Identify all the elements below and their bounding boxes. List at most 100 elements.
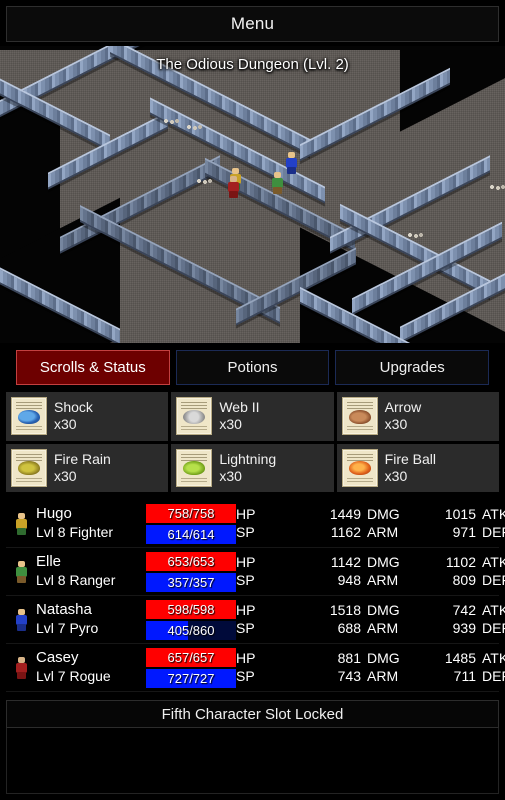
hp-value: 653/653 [167,553,215,569]
scroll-firerain-icon [11,448,47,487]
atk-value: 1485 [444,650,476,666]
character-row[interactable]: Natasha Lvl 7 Pyro 598/598 405/860 HP SP [6,596,505,644]
atk-value: 1102 [445,554,476,570]
hp-label: HP [236,650,256,666]
character-portrait-hugo [6,500,36,547]
scroll-name: Lightning [219,450,277,467]
scroll-item[interactable]: Fire Rain x30 [6,443,169,492]
dmg-label: DMG [367,554,400,570]
scroll-inventory: Shock x30 Web II x30 Arrow x30 Fire Rain… [6,392,499,492]
hp-bar: 598/598 [146,599,236,619]
sp-value: 405/860 [167,622,215,638]
scroll-shock-icon [11,397,47,436]
tab-label: Upgrades [379,359,445,376]
character-dmg-arm: 1518 DMG 688 ARM [298,596,413,643]
arm-label: ARM [367,667,399,684]
dmg-value: 1518 [329,602,361,618]
character-portrait-elle [6,548,36,595]
character-name: Hugo [36,505,72,523]
scroll-qty: x30 [219,416,242,433]
scroll-name: Shock [54,399,93,416]
scroll-item[interactable]: Fire Ball x30 [336,443,499,492]
character-class: Lvl 7 Pyro [36,620,99,637]
debris-bones [186,124,202,131]
character-row[interactable]: Casey Lvl 7 Rogue 657/657 727/727 HP SP [6,644,505,692]
arm-value: 743 [337,667,361,684]
character-hpsp-keys: HP SP [236,596,298,643]
tab-upgrades[interactable]: Upgrades [335,350,490,385]
scroll-qty: x30 [219,467,242,484]
def-label: DEF [482,619,505,636]
sp-bar: 727/727 [146,668,236,688]
character-dmg-arm: 881 DMG 743 ARM [298,644,413,691]
scroll-fireball-icon [341,448,378,487]
tab-potions[interactable]: Potions [175,350,330,385]
map-sprite-casey[interactable] [226,176,241,198]
scroll-name: Fire Rain [54,450,111,467]
scroll-web-icon [176,397,213,436]
character-name: Casey [36,649,79,667]
tab-scrolls-and-status[interactable]: Scrolls & Status [16,350,170,385]
dmg-value: 881 [337,650,361,666]
hp-bar: 758/758 [146,503,236,523]
character-hpsp-keys: HP SP [236,500,298,547]
atk-value: 1015 [444,506,476,522]
sp-value: 357/357 [167,574,215,590]
scroll-item[interactable]: Lightning x30 [171,443,334,492]
arm-value: 688 [337,619,361,636]
dungeon-title: The Odious Dungeon (Lvl. 2) [156,56,349,73]
sp-value: 614/614 [167,526,215,542]
bottom-panel [6,728,499,794]
sp-label: SP [236,619,255,636]
character-portrait-natasha [6,596,36,643]
map-sprite-elle[interactable] [270,172,285,194]
scroll-arrow-icon [341,397,378,436]
debris-bones [163,118,179,125]
hp-label: HP [236,554,256,570]
atk-label: ATK [482,554,505,570]
map-sprite-natasha[interactable] [284,152,299,174]
character-name: Elle [36,553,62,571]
sp-bar: 405/860 [146,620,236,640]
character-bars: 653/653 357/357 [146,548,236,595]
def-value: 711 [453,667,476,684]
arm-value: 948 [337,571,361,588]
character-hpsp-keys: HP SP [236,644,298,691]
character-name-block: Natasha Lvl 7 Pyro [36,596,146,643]
atk-label: ATK [482,506,505,522]
def-label: DEF [482,571,505,588]
hp-value: 758/758 [167,505,215,521]
dmg-label: DMG [367,650,400,666]
scroll-lightning-icon [176,448,213,487]
atk-value: 742 [452,602,476,618]
party-status-list: Hugo Lvl 8 Fighter 758/758 614/614 HP SP [6,500,505,692]
def-value: 939 [452,619,476,636]
hp-value: 598/598 [167,601,215,617]
dmg-value: 1142 [330,554,361,570]
sp-label: SP [236,523,255,540]
character-row[interactable]: Hugo Lvl 8 Fighter 758/758 614/614 HP SP [6,500,505,548]
sp-bar: 614/614 [146,524,236,544]
character-atk-def: 1015 ATK 971 DEF [413,500,505,547]
locked-character-slot[interactable]: Fifth Character Slot Locked [6,700,499,728]
menu-button[interactable]: Menu [6,6,499,42]
scroll-item[interactable]: Arrow x30 [336,392,499,441]
character-bars: 758/758 614/614 [146,500,236,547]
tab-label: Scrolls & Status [39,359,146,376]
dungeon-map[interactable]: The Odious Dungeon (Lvl. 2) [0,46,505,343]
character-hpsp-keys: HP SP [236,548,298,595]
scroll-item[interactable]: Shock x30 [6,392,169,441]
atk-label: ATK [482,602,505,618]
scroll-item[interactable]: Web II x30 [171,392,334,441]
sp-label: SP [236,667,255,684]
def-value: 809 [452,571,476,588]
dmg-label: DMG [367,602,400,618]
hp-value: 657/657 [167,649,215,665]
scroll-qty: x30 [54,416,77,433]
character-row[interactable]: Elle Lvl 8 Ranger 653/653 357/357 HP SP [6,548,505,596]
hp-label: HP [236,506,256,522]
def-label: DEF [482,523,505,540]
tab-bar: Scrolls & Status Potions Upgrades [16,350,490,385]
locked-slot-label: Fifth Character Slot Locked [161,705,344,723]
arm-label: ARM [367,571,399,588]
